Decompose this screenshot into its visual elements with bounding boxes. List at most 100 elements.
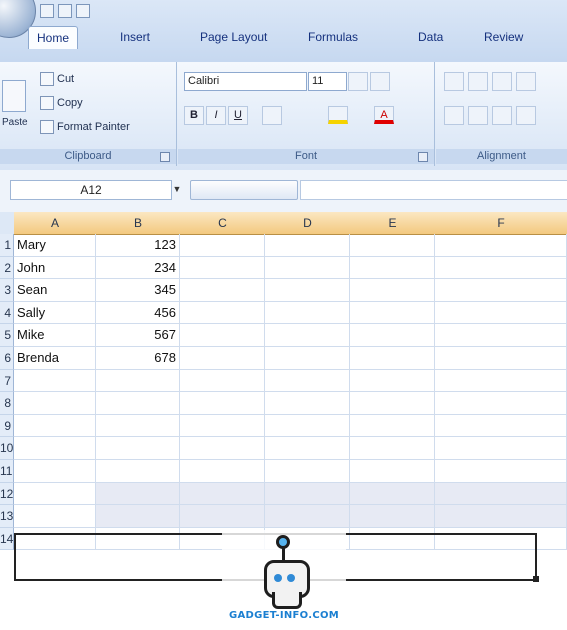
cell-d11[interactable] — [265, 460, 350, 483]
row-header[interactable]: 11 — [0, 460, 14, 483]
cell-e1[interactable] — [350, 234, 435, 257]
cell-a10[interactable] — [14, 437, 96, 460]
cell-e11[interactable] — [350, 460, 435, 483]
font-launcher-icon[interactable] — [418, 152, 428, 162]
cell-d4[interactable] — [265, 301, 350, 325]
shrink-font-icon[interactable] — [370, 72, 390, 91]
cell-f6[interactable] — [435, 347, 567, 370]
cell-d7[interactable] — [265, 369, 350, 393]
column-header-c[interactable]: C — [180, 212, 266, 235]
borders-icon[interactable] — [262, 106, 282, 125]
cell-e4[interactable] — [350, 301, 435, 325]
cell-b13[interactable] — [96, 505, 180, 528]
cell-b5[interactable]: 567 — [96, 324, 180, 347]
cell-d9[interactable] — [265, 414, 350, 438]
underline-button[interactable]: U — [228, 106, 248, 125]
cell-b11[interactable] — [96, 460, 180, 483]
format-painter-button[interactable]: Format Painter — [40, 118, 130, 136]
cell-a6[interactable]: Brenda — [14, 347, 96, 370]
indent-icon[interactable] — [516, 106, 536, 125]
cell-a9[interactable] — [14, 414, 96, 438]
cell-e7[interactable] — [350, 369, 435, 393]
align-middle-icon[interactable] — [468, 72, 488, 91]
cell-d5[interactable] — [265, 324, 350, 347]
align-top-icon[interactable] — [444, 72, 464, 91]
cell-e10[interactable] — [350, 437, 435, 460]
orientation-icon[interactable] — [516, 72, 536, 91]
cell-d8[interactable] — [265, 392, 350, 415]
tab-data[interactable]: Data — [410, 26, 451, 48]
fill-handle[interactable] — [533, 576, 539, 582]
cell-b8[interactable] — [96, 392, 180, 415]
align-bottom-icon[interactable] — [492, 72, 512, 91]
cell-c10[interactable] — [180, 437, 265, 460]
row-header[interactable]: 13 — [0, 505, 14, 528]
cell-f1[interactable] — [435, 234, 567, 257]
cell-c8[interactable] — [180, 392, 265, 415]
cell-f9[interactable] — [435, 414, 567, 438]
cell-b10[interactable] — [96, 437, 180, 460]
name-box-dropdown-icon[interactable]: ▼ — [170, 180, 184, 198]
paste-button[interactable]: Paste — [2, 114, 28, 132]
row-header[interactable]: 4 — [0, 301, 14, 325]
cell-e6[interactable] — [350, 347, 435, 370]
name-box[interactable]: A12 — [10, 180, 172, 200]
cell-b9[interactable] — [96, 414, 180, 438]
cell-f5[interactable] — [435, 324, 567, 347]
cell-c11[interactable] — [180, 460, 265, 483]
fill-color-icon[interactable] — [328, 106, 348, 124]
tab-insert[interactable]: Insert — [112, 26, 158, 48]
cut-button[interactable]: Cut — [40, 70, 74, 88]
cell-d12[interactable] — [265, 482, 350, 506]
cell-e9[interactable] — [350, 414, 435, 438]
cell-b6[interactable]: 678 — [96, 347, 180, 370]
cell-b1[interactable]: 123 — [96, 234, 180, 257]
redo-icon[interactable] — [76, 4, 90, 18]
cell-a2[interactable]: John — [14, 256, 96, 280]
cell-b3[interactable]: 345 — [96, 279, 180, 302]
cell-f2[interactable] — [435, 256, 567, 280]
cell-f8[interactable] — [435, 392, 567, 415]
cell-c7[interactable] — [180, 369, 265, 393]
cell-b4[interactable]: 456 — [96, 301, 180, 325]
cell-a4[interactable]: Sally — [14, 301, 96, 325]
cell-c4[interactable] — [180, 301, 265, 325]
cell-a11[interactable] — [14, 460, 96, 483]
cell-d2[interactable] — [265, 256, 350, 280]
cell-a3[interactable]: Sean — [14, 279, 96, 302]
cell-f3[interactable] — [435, 279, 567, 302]
cell-e5[interactable] — [350, 324, 435, 347]
italic-button[interactable]: I — [206, 106, 226, 125]
cell-b12[interactable] — [96, 482, 180, 506]
font-name-select[interactable]: Calibri — [184, 72, 307, 91]
select-all-corner[interactable] — [0, 212, 15, 235]
copy-button[interactable]: Copy — [40, 94, 83, 112]
tab-page-layout[interactable]: Page Layout — [192, 26, 275, 48]
save-icon[interactable] — [40, 4, 54, 18]
clipboard-launcher-icon[interactable] — [160, 152, 170, 162]
cell-c5[interactable] — [180, 324, 265, 347]
row-header[interactable]: 12 — [0, 482, 14, 506]
row-header[interactable]: 10 — [0, 437, 14, 460]
row-header[interactable]: 7 — [0, 369, 14, 393]
cell-a13[interactable] — [14, 505, 96, 528]
cell-a7[interactable] — [14, 369, 96, 393]
undo-icon[interactable] — [58, 4, 72, 18]
tab-review[interactable]: Review — [476, 26, 531, 48]
cell-a8[interactable] — [14, 392, 96, 415]
cell-d10[interactable] — [265, 437, 350, 460]
cell-e13[interactable] — [350, 505, 435, 528]
column-header-d[interactable]: D — [265, 212, 351, 235]
cell-b2[interactable]: 234 — [96, 256, 180, 280]
cell-c1[interactable] — [180, 234, 265, 257]
row-header[interactable]: 8 — [0, 392, 14, 415]
align-center-icon[interactable] — [468, 106, 488, 125]
cell-f4[interactable] — [435, 301, 567, 325]
row-header[interactable]: 6 — [0, 347, 14, 370]
align-right-icon[interactable] — [492, 106, 512, 125]
font-color-button[interactable]: A — [374, 106, 394, 124]
cell-e2[interactable] — [350, 256, 435, 280]
cell-c6[interactable] — [180, 347, 265, 370]
cell-c3[interactable] — [180, 279, 265, 302]
cell-d6[interactable] — [265, 347, 350, 370]
